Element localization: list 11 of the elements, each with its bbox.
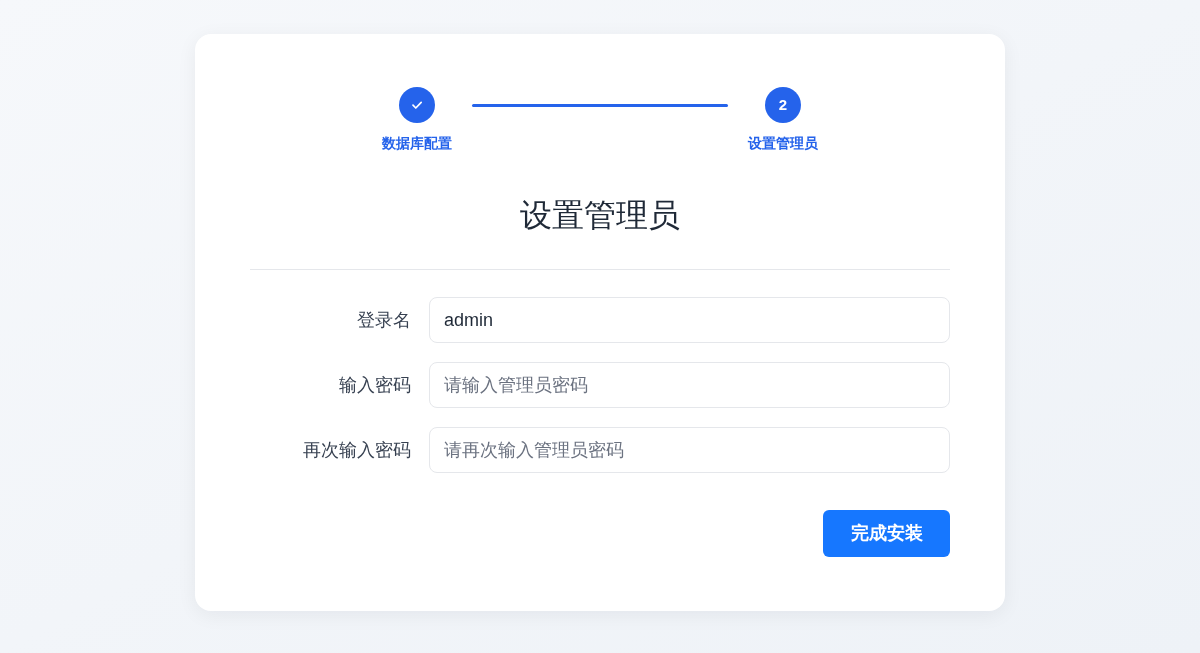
- step-number: 2: [765, 87, 801, 123]
- field-label: 再次输入密码: [302, 439, 411, 462]
- step-label: 数据库配置: [382, 134, 452, 153]
- input-field[interactable]: 请输入管理员密码: [429, 362, 950, 408]
- field-label: 登录名: [356, 309, 411, 332]
- page-title: 设置管理员: [519, 196, 681, 235]
- submit-button[interactable]: 完成安装: [823, 510, 950, 557]
- input-field[interactable]: admin: [429, 297, 950, 343]
- field-label: 输入密码: [338, 374, 411, 397]
- step-label: 设置管理员: [748, 134, 818, 153]
- input-field[interactable]: 请再次输入管理员密码: [429, 427, 950, 473]
